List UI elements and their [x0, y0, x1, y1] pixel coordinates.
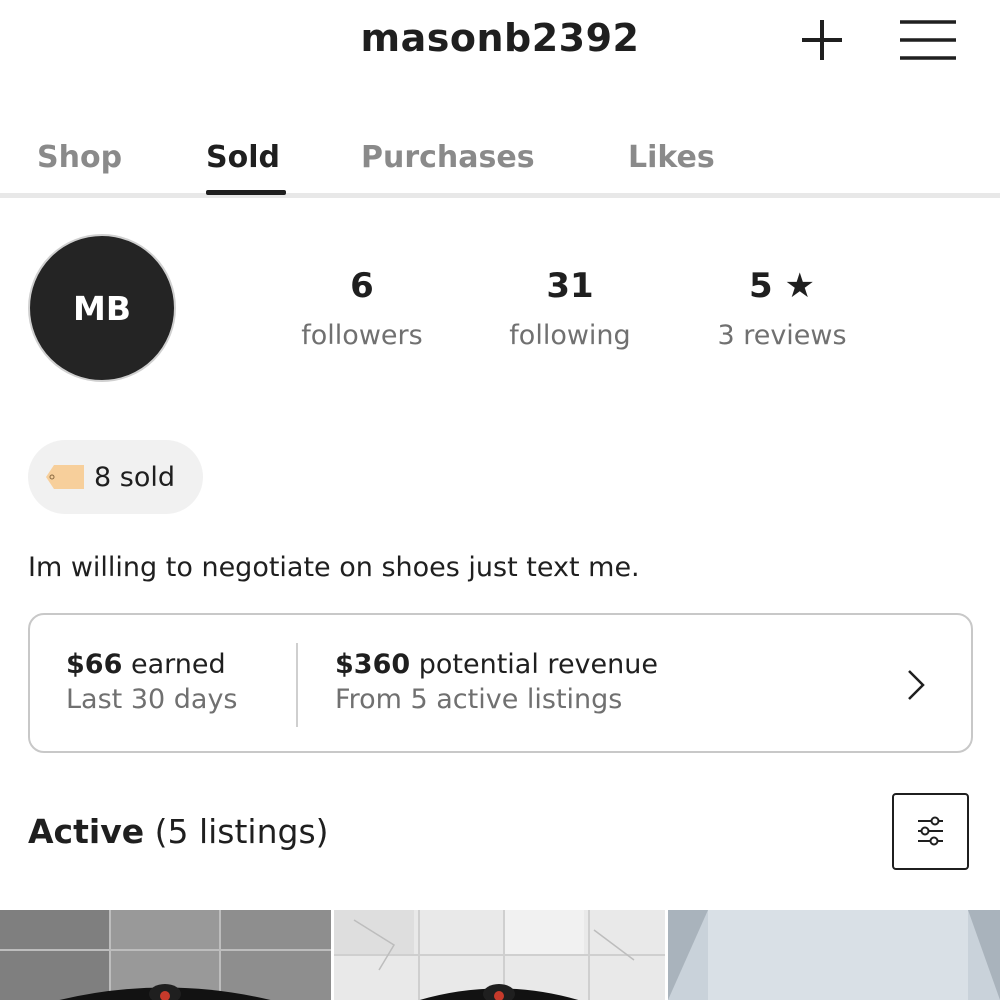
followers-count: 6 [350, 266, 374, 306]
earned-period: Last 30 days [66, 684, 238, 715]
listing-thumbnail[interactable] [0, 910, 331, 1000]
earned-section: $66 earned Last 30 days [66, 649, 238, 715]
sold-count-text: 8 sold [94, 461, 175, 493]
avatar-initials: MB [73, 288, 131, 328]
potential-label: potential revenue [418, 649, 658, 680]
add-listing-button[interactable] [796, 14, 848, 66]
followers-stat[interactable]: 6 followers [262, 266, 462, 351]
active-title: Active [28, 812, 145, 851]
earnings-divider [296, 643, 298, 727]
following-stat[interactable]: 31 following [470, 266, 670, 351]
following-label: following [509, 320, 631, 351]
tab-purchases[interactable]: Purchases [361, 140, 535, 175]
top-header: masonb2392 [0, 0, 1000, 90]
star-icon: ★ [784, 266, 815, 306]
potential-source: From 5 active listings [335, 684, 623, 715]
earned-label: earned [130, 649, 226, 680]
listing-thumbnail[interactable] [334, 910, 665, 1000]
active-listings-heading: Active (5 listings) [28, 812, 329, 851]
active-count: (5 listings) [154, 812, 329, 851]
price-tag-icon [46, 465, 84, 489]
potential-amount: $360 [335, 649, 411, 680]
plus-icon [802, 20, 842, 60]
earned-amount: $66 [66, 649, 123, 680]
reviews-stat[interactable]: 5 ★ 3 reviews [682, 266, 882, 351]
tab-shop[interactable]: Shop [37, 140, 122, 175]
tab-sold[interactable]: Sold [206, 140, 280, 175]
profile-bio: Im willing to negotiate on shoes just te… [28, 552, 640, 583]
listing-grid [0, 910, 1000, 1000]
reviews-label: 3 reviews [717, 320, 847, 351]
earnings-summary-card[interactable]: $66 earned Last 30 days $360 potential r… [28, 613, 973, 753]
followers-label: followers [301, 320, 423, 351]
menu-button[interactable] [896, 14, 960, 66]
rating-value: 5 ★ [682, 266, 882, 314]
tab-likes[interactable]: Likes [628, 140, 715, 175]
sold-count-badge: 8 sold [28, 440, 203, 514]
filter-button[interactable] [892, 793, 969, 870]
active-tab-indicator [206, 190, 286, 195]
sliders-filter-icon [918, 816, 943, 846]
rating-number: 5 [749, 266, 773, 306]
profile-tabs: Shop Sold Purchases Likes [0, 128, 1000, 198]
potential-revenue-section: $360 potential revenue From 5 active lis… [335, 649, 658, 715]
hamburger-menu-icon [900, 20, 956, 60]
chevron-right-icon [900, 665, 930, 705]
listing-thumbnail[interactable] [668, 910, 1000, 1000]
avatar[interactable]: MB [28, 234, 176, 382]
profile-username: masonb2392 [360, 16, 640, 60]
following-count: 31 [546, 266, 594, 306]
